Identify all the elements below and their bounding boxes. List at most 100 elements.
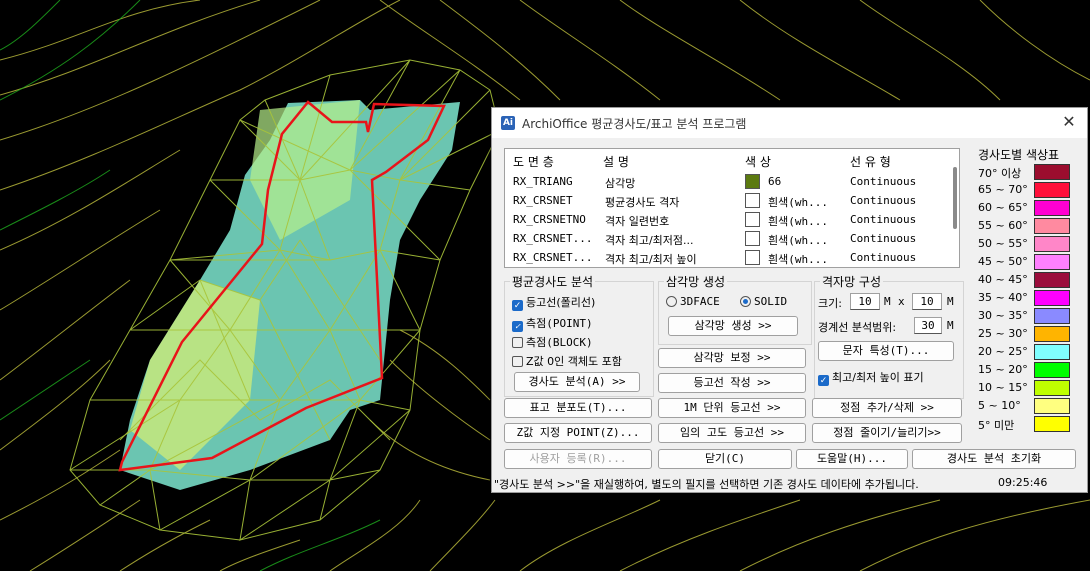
checkbox-checked-icon: ✓ [818, 375, 829, 386]
times-label: x [898, 295, 905, 308]
row-desc: 격자 최고/최저 높이 [605, 253, 697, 266]
legend-item: 70° 이상 [978, 164, 1076, 182]
point-label: 측점(POINT) [526, 317, 593, 330]
grid-size-y-input[interactable]: 10 [912, 293, 942, 310]
legend-label: 15 ~ 20° [978, 363, 1028, 376]
legend-swatch [1034, 326, 1070, 342]
zero-z-checkbox[interactable]: Z값 0인 객체도 포함 [512, 353, 622, 369]
color-swatch [745, 212, 760, 227]
block-checkbox[interactable]: 측점(BLOCK) [512, 334, 593, 350]
legend-swatch [1034, 380, 1070, 396]
row-layer: RX_CRSNET [513, 194, 573, 207]
z-point-button[interactable]: Z값 지정 POINT(Z)... [504, 423, 652, 443]
contour-checkbox[interactable]: ✓ 등고선(폴리선) [512, 294, 595, 311]
legend-label: 30 ~ 35° [978, 309, 1028, 322]
legend-swatch [1034, 308, 1070, 324]
vertex-shrink-button[interactable]: 정점 줄이기/늘리기>> [812, 423, 962, 443]
color-swatch [745, 231, 760, 246]
column-header-layer[interactable]: 도 면 층 [513, 153, 554, 170]
table-row[interactable]: RX_CRSNET 평균경사도 격자 흰색(wh... Continuous [505, 192, 945, 211]
tin-correct-button[interactable]: 삼각망 보정 >> [658, 348, 806, 368]
legend-label: 45 ~ 50° [978, 255, 1028, 268]
minmax-checkbox[interactable]: ✓ 최고/최저 높이 표기 [818, 369, 924, 386]
help-button[interactable]: 도움말(H)... [796, 449, 908, 469]
slope-analyze-button[interactable]: 경사도 분석(A) >> [514, 372, 640, 392]
tin-label: 삼각망 생성 [664, 273, 728, 290]
legend-label: 20 ~ 25° [978, 345, 1028, 358]
layer-list[interactable]: 도 면 층 설 명 색 상 선 유 형 RX_TRIANG 삼각망 66 Con… [504, 148, 960, 268]
radio-solid[interactable]: SOLID [740, 295, 787, 308]
legend-label: 35 ~ 40° [978, 291, 1028, 304]
legend-swatch [1034, 398, 1070, 414]
table-row[interactable]: RX_TRIANG 삼각망 66 Continuous [505, 173, 945, 192]
legend-label: 60 ~ 65° [978, 201, 1028, 214]
legend-swatch [1034, 362, 1070, 378]
legend-item: 30 ~ 35° [978, 308, 1076, 326]
vertex-add-delete-button[interactable]: 정점 추가/삭제 >> [812, 398, 962, 418]
any-elevation-contour-button[interactable]: 임의 고도 등고선 >> [658, 423, 806, 443]
zero-z-label: Z값 0인 객체도 포함 [526, 355, 622, 368]
row-color: 흰색(wh... [768, 196, 828, 209]
checkbox-unchecked-icon [512, 337, 523, 348]
legend-item: 5 ~ 10° [978, 398, 1076, 416]
tin-create-button[interactable]: 삼각망 생성 >> [668, 316, 798, 336]
minmax-label: 최고/최저 높이 표기 [832, 371, 924, 384]
grid-size-label: 크기: [818, 297, 842, 310]
legend-label: 55 ~ 60° [978, 219, 1028, 232]
grid-size-x-input[interactable]: 10 [850, 293, 880, 310]
row-color: 흰색(wh... [768, 234, 828, 247]
contour-label: 등고선(폴리선) [526, 296, 596, 309]
archioffice-logo-icon: Ai [501, 116, 515, 130]
m1-contour-button[interactable]: 1M 단위 등고선 >> [658, 398, 806, 418]
row-desc: 평균경사도 격자 [605, 196, 680, 209]
status-time: 09:25:46 [998, 476, 1048, 489]
title-bar[interactable]: Ai ArchiOffice 평균경사도/표고 분석 프로그램 ✕ [492, 108, 1087, 138]
close-button[interactable]: 닫기(C) [658, 449, 792, 469]
reset-analysis-button[interactable]: 경사도 분석 초기화 [912, 449, 1076, 469]
boundary-input[interactable]: 30 [914, 317, 942, 334]
legend-swatch [1034, 200, 1070, 216]
point-checkbox[interactable]: ✓ 측점(POINT) [512, 315, 593, 332]
slope-analysis-dialog: Ai ArchiOffice 평균경사도/표고 분석 프로그램 ✕ 도 면 층 … [491, 107, 1088, 493]
unit-m-label: M [947, 295, 954, 308]
row-layer: RX_TRIANG [513, 175, 573, 188]
user-register-button[interactable]: 사용자 등록(R)... [504, 449, 652, 469]
legend-swatch [1034, 290, 1070, 306]
legend-swatch [1034, 254, 1070, 270]
row-desc: 삼각망 [605, 177, 636, 190]
legend-label: 70° 이상 [978, 167, 1022, 180]
column-header-color[interactable]: 색 상 [745, 153, 771, 170]
elevation-map-button[interactable]: 표고 분포도(T)... [504, 398, 652, 418]
checkbox-checked-icon: ✓ [512, 321, 523, 332]
row-linetype: Continuous [850, 175, 917, 188]
column-header-desc[interactable]: 설 명 [603, 153, 629, 170]
grid-label: 격자망 구성 [820, 273, 884, 290]
checkbox-unchecked-icon [512, 356, 523, 367]
legend-item: 50 ~ 55° [978, 236, 1076, 254]
legend-item: 60 ~ 65° [978, 200, 1076, 218]
status-message: "경사도 분석 >>"을 재실행하여, 별도의 필지를 선택하면 기존 경사도 … [494, 478, 919, 491]
table-row[interactable]: RX_CRSNET... 격자 최고/최저점... 흰색(wh... Conti… [505, 230, 945, 249]
table-row[interactable]: RX_CRSNETNO 격자 일련번호 흰색(wh... Continuous [505, 211, 945, 230]
legend-swatch [1034, 218, 1070, 234]
table-row[interactable]: RX_CRSNET... 격자 최고/최저 높이 흰색(wh... Contin… [505, 249, 945, 267]
dialog-title: ArchiOffice 평균경사도/표고 분석 프로그램 [522, 117, 747, 131]
text-style-button[interactable]: 문자 특성(T)... [818, 341, 954, 361]
radio-3dface[interactable]: 3DFACE [666, 295, 720, 308]
column-header-linetype[interactable]: 선 유 형 [850, 153, 891, 170]
radio-unselected-icon [666, 296, 677, 307]
contour-create-button[interactable]: 등고선 작성 >> [658, 373, 806, 393]
close-icon[interactable]: ✕ [1059, 112, 1079, 131]
list-scrollbar[interactable] [953, 167, 957, 229]
row-linetype: Continuous [850, 232, 917, 245]
legend-item: 45 ~ 50° [978, 254, 1076, 272]
radio-3dface-label: 3DFACE [680, 295, 720, 308]
radio-selected-icon [740, 296, 751, 307]
legend-label: 25 ~ 30° [978, 327, 1028, 340]
legend-item: 20 ~ 25° [978, 344, 1076, 362]
slope-analysis-label: 평균경사도 분석 [510, 273, 596, 290]
row-color: 흰색(wh... [768, 253, 828, 266]
status-bar: "경사도 분석 >>"을 재실행하여, 별도의 필지를 선택하면 기존 경사도 … [492, 474, 1087, 492]
color-swatch [745, 193, 760, 208]
legend-item: 10 ~ 15° [978, 380, 1076, 398]
